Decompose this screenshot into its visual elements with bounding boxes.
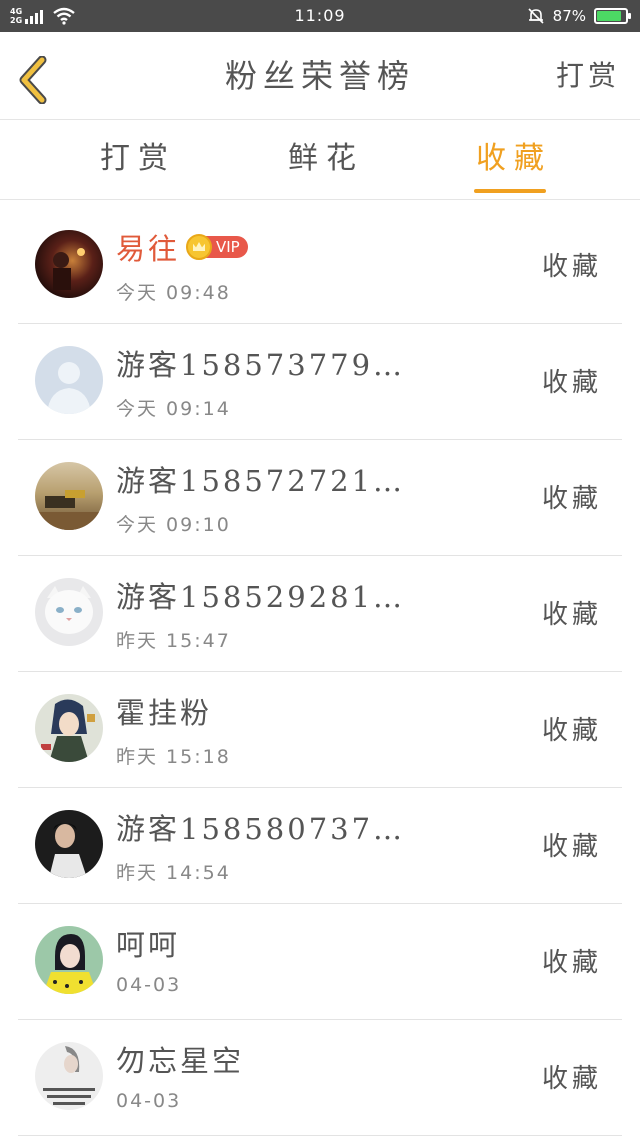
- active-tab-indicator: [474, 189, 546, 193]
- list-item[interactable]: 易往 VIP 今天 09:48 收藏: [18, 208, 622, 324]
- default-user-icon[interactable]: [35, 346, 103, 414]
- user-name: 霍挂粉: [116, 696, 213, 730]
- battery-icon: [594, 8, 631, 24]
- list-item[interactable]: 游客158580737… 昨天 14:54 收藏: [18, 788, 622, 904]
- timestamp: 昨天 15:18: [116, 746, 231, 768]
- list-item[interactable]: 勿忘星空 04-03 收藏: [18, 1020, 622, 1136]
- avatar[interactable]: [35, 462, 103, 530]
- timestamp: 04-03: [116, 974, 182, 996]
- status-bar: 4G 2G 11:09 87%: [0, 0, 640, 32]
- timestamp: 昨天 14:54: [116, 862, 231, 884]
- list-item[interactable]: 游客158573779… 今天 09:14 收藏: [18, 324, 622, 440]
- header: 粉丝荣誉榜 打赏: [0, 32, 640, 120]
- vip-badge: VIP: [186, 234, 248, 260]
- tab-bar: 打赏 鲜花 收藏: [0, 121, 640, 200]
- tab-reward[interactable]: 打赏: [100, 121, 176, 200]
- action-label: 收藏: [541, 948, 602, 978]
- user-name: 易往: [116, 232, 181, 266]
- battery-percent: 87%: [552, 7, 586, 25]
- avatar[interactable]: [35, 230, 103, 298]
- tab-flowers[interactable]: 鲜花: [288, 121, 364, 200]
- mute-bell-icon: [528, 8, 544, 24]
- action-label: 收藏: [541, 600, 602, 630]
- page-title: 粉丝荣誉榜: [224, 57, 415, 95]
- timestamp: 今天 09:48: [116, 282, 231, 304]
- timestamp: 昨天 15:47: [116, 630, 231, 652]
- reward-button[interactable]: 打赏: [556, 32, 620, 120]
- action-label: 收藏: [541, 716, 602, 746]
- list-item[interactable]: 霍挂粉 昨天 15:18 收藏: [18, 672, 622, 788]
- list-item[interactable]: 呵呵 04-03 收藏: [18, 904, 622, 1020]
- avatar[interactable]: [35, 810, 103, 878]
- vip-label: VIP: [206, 236, 248, 258]
- user-name: 游客158529281…: [116, 580, 406, 614]
- fan-list: 易往 VIP 今天 09:48 收藏 游客158573779… 今天 09:14…: [0, 208, 640, 1136]
- action-label: 收藏: [541, 484, 602, 514]
- user-name: 游客158580737…: [116, 812, 406, 846]
- avatar[interactable]: [35, 1042, 103, 1110]
- list-item[interactable]: 游客158529281… 昨天 15:47 收藏: [18, 556, 622, 672]
- avatar[interactable]: [35, 694, 103, 762]
- status-right: 87%: [527, 0, 631, 32]
- action-label: 收藏: [541, 832, 602, 862]
- timestamp: 今天 09:10: [116, 514, 231, 536]
- user-name: 勿忘星空: [116, 1044, 245, 1078]
- avatar[interactable]: [35, 578, 103, 646]
- timestamp: 04-03: [116, 1090, 182, 1112]
- battery-fill: [597, 11, 622, 21]
- user-name: 游客158573779…: [116, 348, 406, 382]
- action-label: 收藏: [541, 252, 602, 282]
- list-item[interactable]: 游客158572721… 今天 09:10 收藏: [18, 440, 622, 556]
- timestamp: 今天 09:14: [116, 398, 231, 420]
- user-name: 呵呵: [116, 928, 181, 962]
- action-label: 收藏: [541, 1064, 602, 1094]
- page: 4G 2G 11:09 87% 粉丝荣誉榜 打赏 打赏 鲜花 收藏 易往 VIP…: [0, 0, 640, 1138]
- user-name: 游客158572721…: [116, 464, 406, 498]
- crown-icon: [186, 234, 212, 260]
- action-label: 收藏: [541, 368, 602, 398]
- avatar[interactable]: [35, 926, 103, 994]
